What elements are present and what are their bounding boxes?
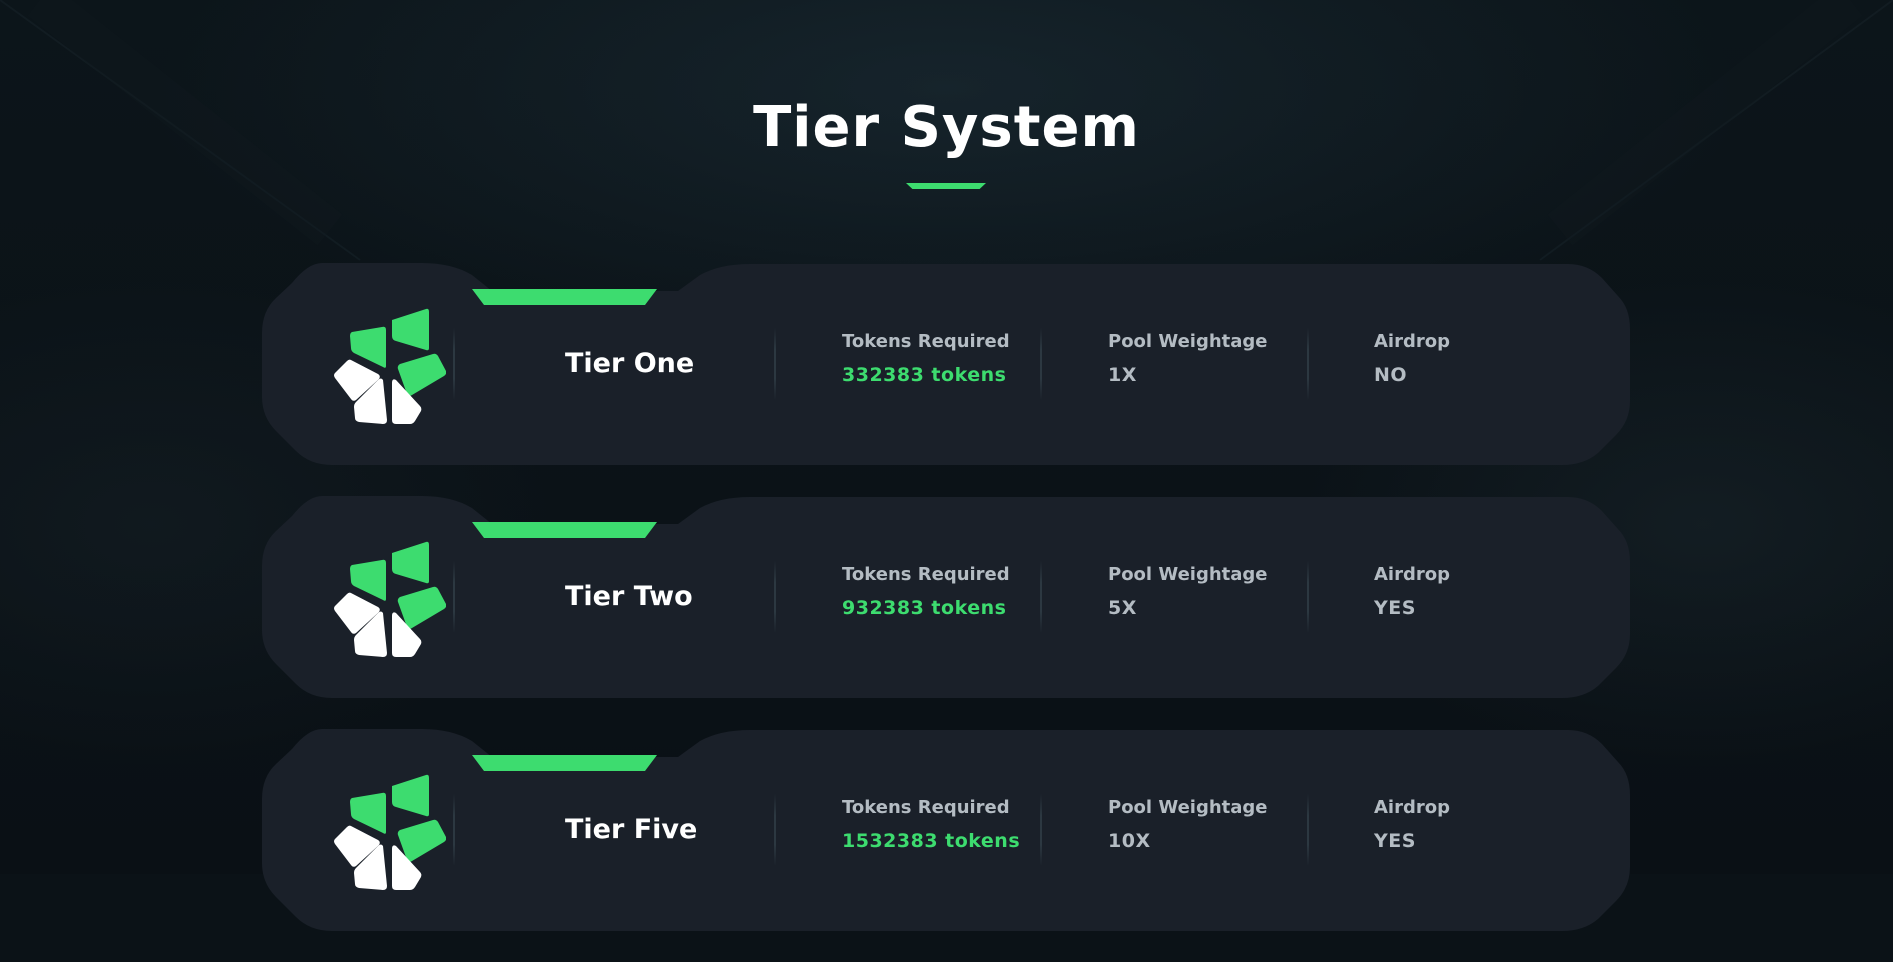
divider: [1040, 328, 1042, 400]
tokens-required-value: 332383 tokens: [842, 364, 1007, 386]
pool-weightage-value: 5X: [1108, 597, 1137, 619]
pool-weightage-label: Pool Weightage: [1108, 331, 1268, 352]
tier-name: Tier One: [565, 348, 695, 379]
tokens-required-value: 1532383 tokens: [842, 830, 1021, 852]
divider: [1307, 561, 1309, 633]
divider: [1040, 794, 1042, 866]
pentagon-petal-logo-icon: [334, 774, 446, 890]
pool-weightage-label: Pool Weightage: [1108, 564, 1268, 585]
tier-card-1: Tier One Tokens Required 332383 tokens P…: [262, 263, 1630, 465]
tier-list: Tier One Tokens Required 332383 tokens P…: [262, 263, 1632, 962]
airdrop-value: NO: [1374, 364, 1408, 386]
airdrop-value: YES: [1374, 830, 1416, 852]
tier-card-3: Tier Five Tokens Required 1532383 tokens…: [262, 729, 1630, 931]
divider: [1040, 561, 1042, 633]
divider: [774, 328, 776, 400]
title-underline: [906, 183, 986, 189]
divider: [1307, 794, 1309, 866]
tokens-required-value: 932383 tokens: [842, 597, 1007, 619]
page-title: Tier System: [753, 95, 1140, 160]
divider: [774, 561, 776, 633]
tokens-required-label: Tokens Required: [842, 564, 1010, 585]
airdrop-label: Airdrop: [1374, 564, 1450, 585]
tier-card-2: Tier Two Tokens Required 932383 tokens P…: [262, 496, 1630, 698]
divider: [453, 328, 455, 400]
pool-weightage-label: Pool Weightage: [1108, 797, 1268, 818]
divider: [774, 794, 776, 866]
divider: [1307, 328, 1309, 400]
pentagon-petal-logo-icon: [334, 308, 446, 424]
airdrop-label: Airdrop: [1374, 797, 1450, 818]
airdrop-label: Airdrop: [1374, 331, 1450, 352]
tier-name: Tier Five: [565, 814, 698, 845]
tokens-required-label: Tokens Required: [842, 331, 1010, 352]
airdrop-value: YES: [1374, 597, 1416, 619]
pool-weightage-value: 1X: [1108, 364, 1137, 386]
divider: [453, 561, 455, 633]
pentagon-petal-logo-icon: [334, 541, 446, 657]
pool-weightage-value: 10X: [1108, 830, 1151, 852]
tokens-required-label: Tokens Required: [842, 797, 1010, 818]
divider: [453, 794, 455, 866]
tier-name: Tier Two: [565, 581, 693, 612]
